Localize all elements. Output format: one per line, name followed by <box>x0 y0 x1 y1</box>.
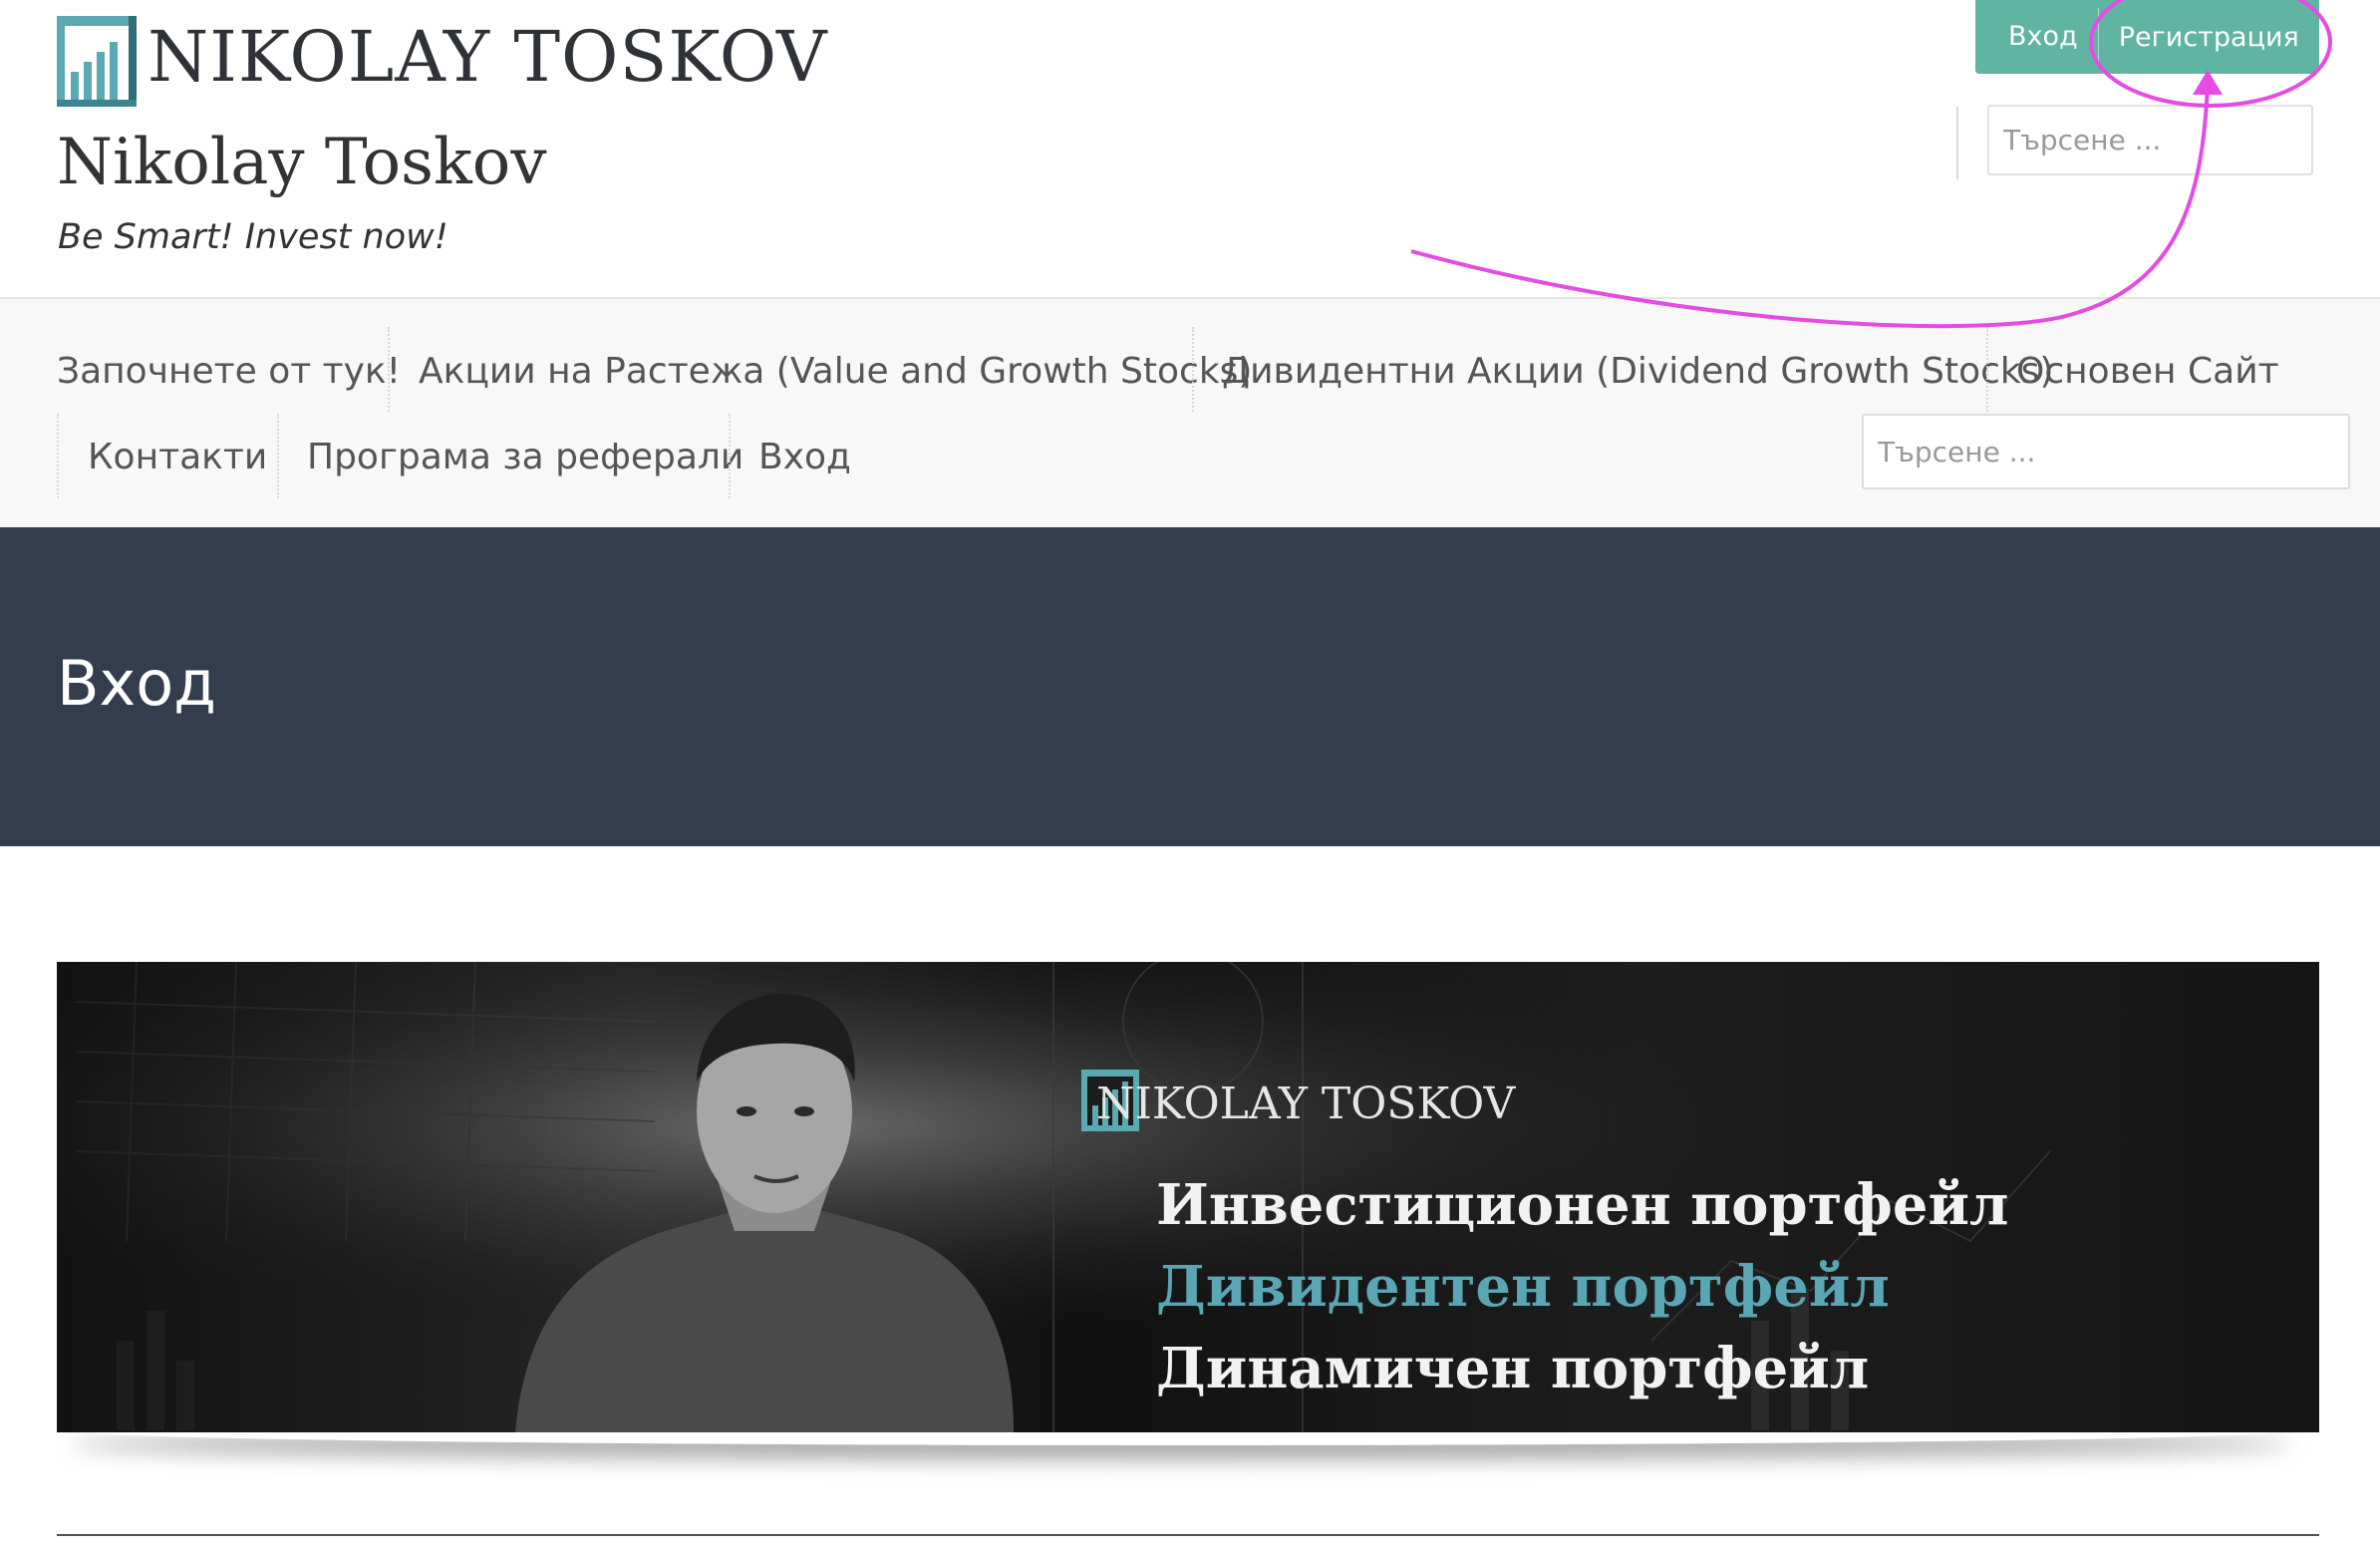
nav-item-main-site[interactable]: Основен Сайт <box>2016 351 2279 392</box>
top-account-bar: Вход Регистрация <box>1975 0 2319 74</box>
nav-item-dividend-stocks[interactable]: Дивидентни Акции (Dividend Growth Stocks… <box>1222 351 2054 392</box>
nav-divider <box>277 414 279 498</box>
page-title: Вход <box>57 647 217 720</box>
top-login-link[interactable]: Вход <box>1975 8 2099 66</box>
nav-divider <box>1192 327 1194 412</box>
header-search-input[interactable] <box>1987 105 2313 175</box>
nav-item-start-here[interactable]: Започнете от тук! <box>57 351 401 392</box>
header-divider <box>1956 107 1958 179</box>
page-title-band <box>0 527 2380 846</box>
banner-line-investment: Инвестиционен портфейл <box>1156 1172 2009 1238</box>
logo-icon <box>57 16 137 107</box>
nav-item-contacts[interactable]: Контакти <box>88 437 267 477</box>
nav-item-referral-program[interactable]: Програма за реферали <box>307 437 744 477</box>
banner-line-dynamic: Динамичен портфейл <box>1156 1336 1870 1401</box>
nav-item-login[interactable]: Вход <box>758 437 851 477</box>
nav-divider <box>1986 327 1988 412</box>
nav-search-input[interactable] <box>1862 414 2350 489</box>
nav-divider <box>729 414 731 498</box>
site-tagline: Be Smart! Invest now! <box>58 217 448 257</box>
site-title[interactable]: Nikolay Toskov <box>57 128 546 198</box>
banner-logo-text: NIKOLAY TOSKOV <box>1096 1079 1516 1129</box>
banner-line-dividend: Дивидентен портфейл <box>1156 1254 1890 1320</box>
nav-divider <box>57 414 59 498</box>
logo-text[interactable]: NIKOLAY TOSKOV <box>148 22 828 92</box>
nav-item-growth-stocks[interactable]: Акции на Растежа (Value and Growth Stock… <box>419 351 1252 392</box>
top-register-link[interactable]: Регистрация <box>2099 22 2299 53</box>
content-divider <box>57 1534 2319 1536</box>
nav-divider <box>388 327 390 412</box>
